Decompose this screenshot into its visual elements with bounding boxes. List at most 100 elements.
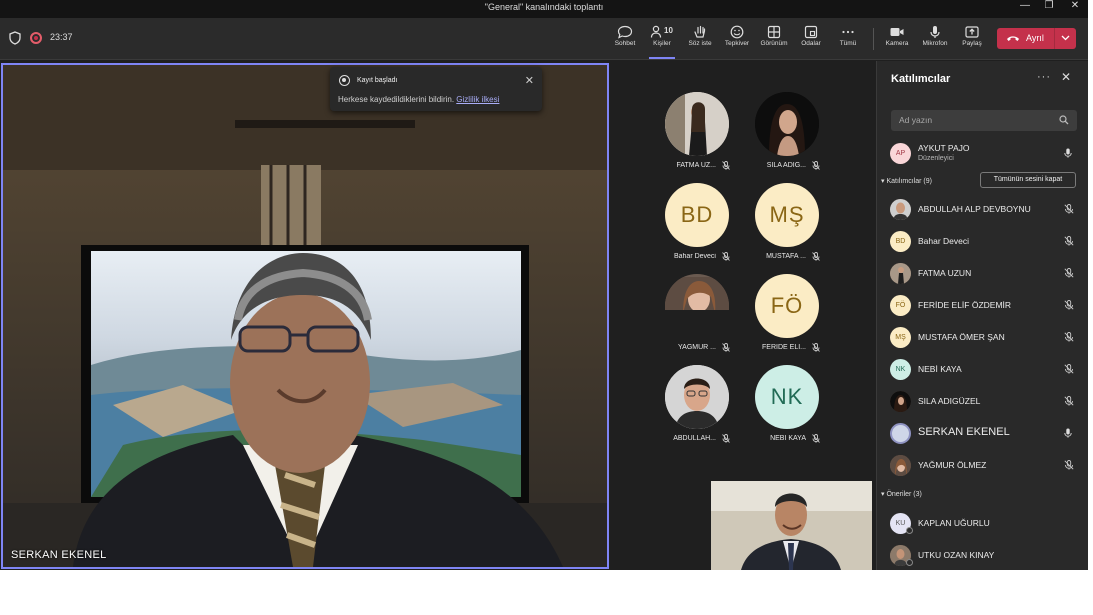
gallery-tile[interactable]: NK NEBİ KAYA	[742, 365, 832, 453]
restore-button[interactable]: ❐	[1036, 0, 1062, 14]
rooms-label: Odalar	[801, 40, 821, 47]
camera-icon	[890, 28, 904, 36]
people-count: 10	[664, 26, 673, 35]
participant-row[interactable]: BD Bahar Deveci	[890, 230, 1080, 254]
participant-row[interactable]: FATMA UZUN	[890, 262, 1080, 286]
self-view-image	[711, 481, 872, 570]
participants-panel: Katılımcılar ··· ✕ Ad yazın AP AYKUT PAJ…	[876, 61, 1088, 570]
mic-on-icon	[1064, 428, 1072, 438]
view-icon	[767, 25, 781, 39]
reactions-button[interactable]: Tepkiver	[721, 22, 753, 56]
avatar-photo	[665, 365, 729, 429]
chevron-down-icon	[1061, 35, 1070, 41]
people-button[interactable]: 10 Kişiler	[646, 22, 678, 59]
more-options-icon[interactable]: ···	[1037, 71, 1051, 83]
participant-row[interactable]: MŞ MUSTAFA ÖMER ŞAN	[890, 326, 1080, 350]
search-input[interactable]: Ad yazın	[891, 110, 1077, 131]
microphone-button[interactable]: Mikrofon	[919, 22, 951, 56]
window-title: "General" kanalındaki toplantı	[484, 2, 604, 12]
participant-name: SILA ADIG...	[766, 162, 806, 169]
gallery-tile[interactable]: FATMA UZ...	[652, 92, 742, 180]
participant-name: YAĞMUR ÖLMEZ	[918, 460, 987, 470]
participant-name: NEBİ KAYA	[770, 435, 806, 442]
raise-hand-button[interactable]: Söz iste	[684, 22, 716, 56]
speaker-name-label: SERKAN EKENEL	[11, 549, 107, 561]
avatar	[890, 263, 911, 284]
view-button[interactable]: Görünüm	[758, 22, 790, 56]
participant-row[interactable]: YAĞMUR ÖLMEZ	[890, 454, 1080, 478]
raise-hand-icon	[694, 25, 706, 38]
participant-row[interactable]: NK NEBİ KAYA	[890, 358, 1080, 382]
avatar-photo	[665, 92, 729, 156]
reactions-icon	[730, 25, 744, 39]
presence-icon	[906, 527, 913, 534]
mic-off-icon	[722, 161, 730, 170]
minimize-button[interactable]: —	[1012, 0, 1038, 14]
privacy-policy-link[interactable]: Gizlilik ilkesi	[456, 95, 499, 104]
recording-icon	[339, 75, 350, 86]
rooms-button[interactable]: Odalar	[795, 22, 827, 56]
toolbar-divider	[873, 28, 874, 50]
more-label: Tümü	[839, 40, 857, 47]
avatar: FÖ	[890, 295, 911, 316]
avatar: MŞ	[890, 327, 911, 348]
mic-off-icon	[812, 161, 820, 170]
mic-off-icon	[1064, 236, 1074, 246]
rooms-icon	[804, 25, 818, 39]
mic-off-icon	[722, 252, 730, 261]
camera-button[interactable]: Kamera	[881, 22, 913, 56]
participant-name: SERKAN EKENEL	[918, 426, 1010, 438]
suggestion-row[interactable]: UTKU OZAN KINAY	[890, 544, 1080, 568]
shield-icon	[9, 31, 21, 45]
close-window-button[interactable]: ✕	[1062, 0, 1088, 14]
gallery-tile[interactable]: FÖ FERİDE ELİ...	[742, 274, 832, 362]
participant-name: Bahar Deveci	[918, 236, 970, 246]
share-button[interactable]: Paylaş	[956, 22, 988, 56]
hang-up-icon	[1007, 36, 1019, 41]
participant-row[interactable]: FÖ FERİDE ELİF ÖZDEMİR	[890, 294, 1080, 318]
participants-section-header[interactable]: ▾ Katılımcılar (9)	[881, 177, 932, 185]
gallery-tile[interactable]: ABDULLAH...	[652, 365, 742, 453]
participant-row[interactable]: ABDULLAH ALP DEVBOYNU	[890, 198, 1080, 222]
mic-off-icon	[1064, 204, 1074, 214]
suggestions-section-header[interactable]: ▾ Öneriler (3)	[881, 490, 922, 498]
close-icon[interactable]: ✕	[1061, 70, 1071, 84]
participant-avatar	[665, 274, 729, 310]
panel-title: Katılımcılar	[891, 73, 951, 85]
participant-name: MUSTAFA ÖMER ŞAN	[918, 332, 1005, 342]
avatar: NK	[890, 359, 911, 380]
close-notification-icon[interactable]: ✕	[525, 74, 534, 87]
mic-off-icon	[812, 434, 820, 443]
participant-name: FERİDE ELİF ÖZDEMİR	[918, 300, 1012, 310]
mic-off-icon	[722, 434, 730, 443]
leave-button[interactable]: Ayrıl	[997, 28, 1053, 49]
section-label: Katılımcılar (9)	[886, 178, 932, 185]
participant-avatar: MŞ	[755, 183, 819, 247]
avatar	[890, 455, 911, 476]
self-view-video[interactable]	[711, 481, 872, 570]
main-speaker-video[interactable]: SERKAN EKENEL	[1, 63, 609, 569]
gallery-tile[interactable]: YAĞMUR ...	[652, 274, 742, 362]
recording-notification: Kayıt başladı ✕ Herkese kaydedildiklerin…	[330, 67, 542, 111]
participant-row[interactable]: SERKAN EKENEL	[890, 422, 1080, 446]
raise-hand-label: Söz iste	[688, 40, 712, 47]
search-icon	[1059, 115, 1069, 125]
mic-off-icon	[1064, 268, 1074, 278]
gallery-tile[interactable]: SILA ADIG...	[742, 92, 832, 180]
share-label: Paylaş	[962, 40, 982, 47]
recording-indicator-icon	[30, 32, 42, 44]
gallery-tile[interactable]: BD Bahar Deveci	[652, 183, 742, 271]
leave-options-button[interactable]	[1054, 28, 1076, 49]
mute-all-button[interactable]: Tümünün sesini kapat	[980, 172, 1076, 188]
participant-name: FERİDE ELİ...	[762, 344, 806, 351]
organizer-row[interactable]: AP AYKUT PAJO Düzenleyici	[890, 142, 1080, 166]
participant-name: YAĞMUR ...	[678, 344, 716, 351]
mic-on-icon	[1064, 148, 1072, 158]
chat-button[interactable]: Sohbet	[609, 22, 641, 56]
suggestion-row[interactable]: KU KAPLAN UĞURLU	[890, 512, 1080, 536]
more-button[interactable]: Tümü	[832, 22, 864, 56]
gallery-tile[interactable]: MŞ MUSTAFA ...	[742, 183, 832, 271]
participant-row[interactable]: SILA ADIGÜZEL	[890, 390, 1080, 414]
mic-off-icon	[812, 252, 820, 261]
microphone-icon	[930, 26, 940, 38]
